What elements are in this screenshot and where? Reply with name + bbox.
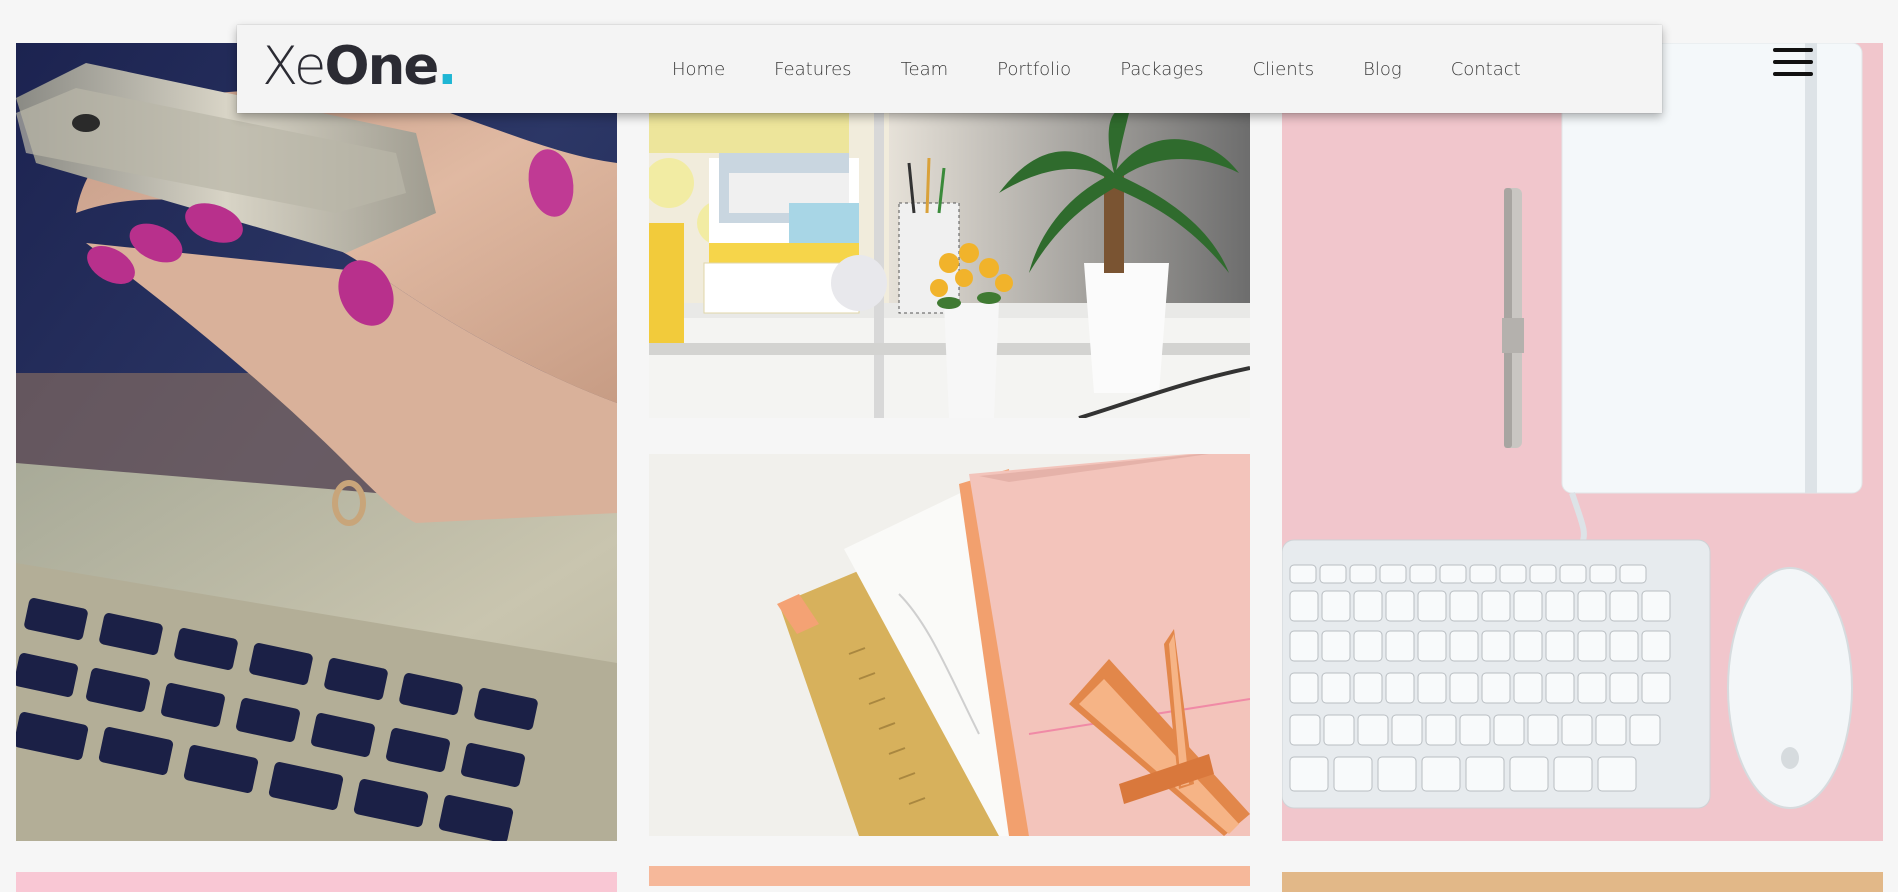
desk-plants-photo	[649, 113, 1250, 418]
nav-link-features[interactable]: Features	[774, 59, 851, 80]
logo-dot: .	[437, 36, 457, 97]
nav-link-packages[interactable]: Packages	[1120, 59, 1203, 80]
gallery-image-phone-laptop[interactable]	[16, 43, 617, 841]
hamburger-icon[interactable]	[1773, 48, 1813, 76]
logo-text-bold: One	[324, 36, 440, 97]
main-nav: Home Features Team Portfolio Packages Cl…	[672, 25, 1570, 113]
nav-link-home[interactable]: Home	[672, 59, 725, 80]
logo-text-light: Xe	[262, 36, 327, 97]
site-logo[interactable]: XeOne.	[262, 36, 457, 97]
nav-link-contact[interactable]: Contact	[1451, 59, 1521, 80]
keyboard-mouse-photo	[1282, 43, 1883, 841]
gallery-image-keyboard-mouse[interactable]	[1282, 43, 1883, 841]
nav-link-blog[interactable]: Blog	[1363, 59, 1402, 80]
gallery-image-bottom-1[interactable]	[16, 872, 617, 892]
nav-link-portfolio[interactable]: Portfolio	[997, 59, 1071, 80]
notebooks-pens-photo	[649, 454, 1250, 836]
nav-link-clients[interactable]: Clients	[1253, 59, 1315, 80]
gallery-image-desk-plants[interactable]	[649, 113, 1250, 418]
nav-link-team[interactable]: Team	[901, 59, 949, 80]
gallery-image-bottom-3[interactable]	[1282, 872, 1883, 892]
phone-laptop-photo	[16, 43, 617, 841]
navbar: XeOne. Home Features Team Portfolio Pack…	[237, 25, 1662, 113]
gallery-image-notebooks-pens[interactable]	[649, 454, 1250, 836]
gallery-image-bottom-2[interactable]	[649, 866, 1250, 886]
